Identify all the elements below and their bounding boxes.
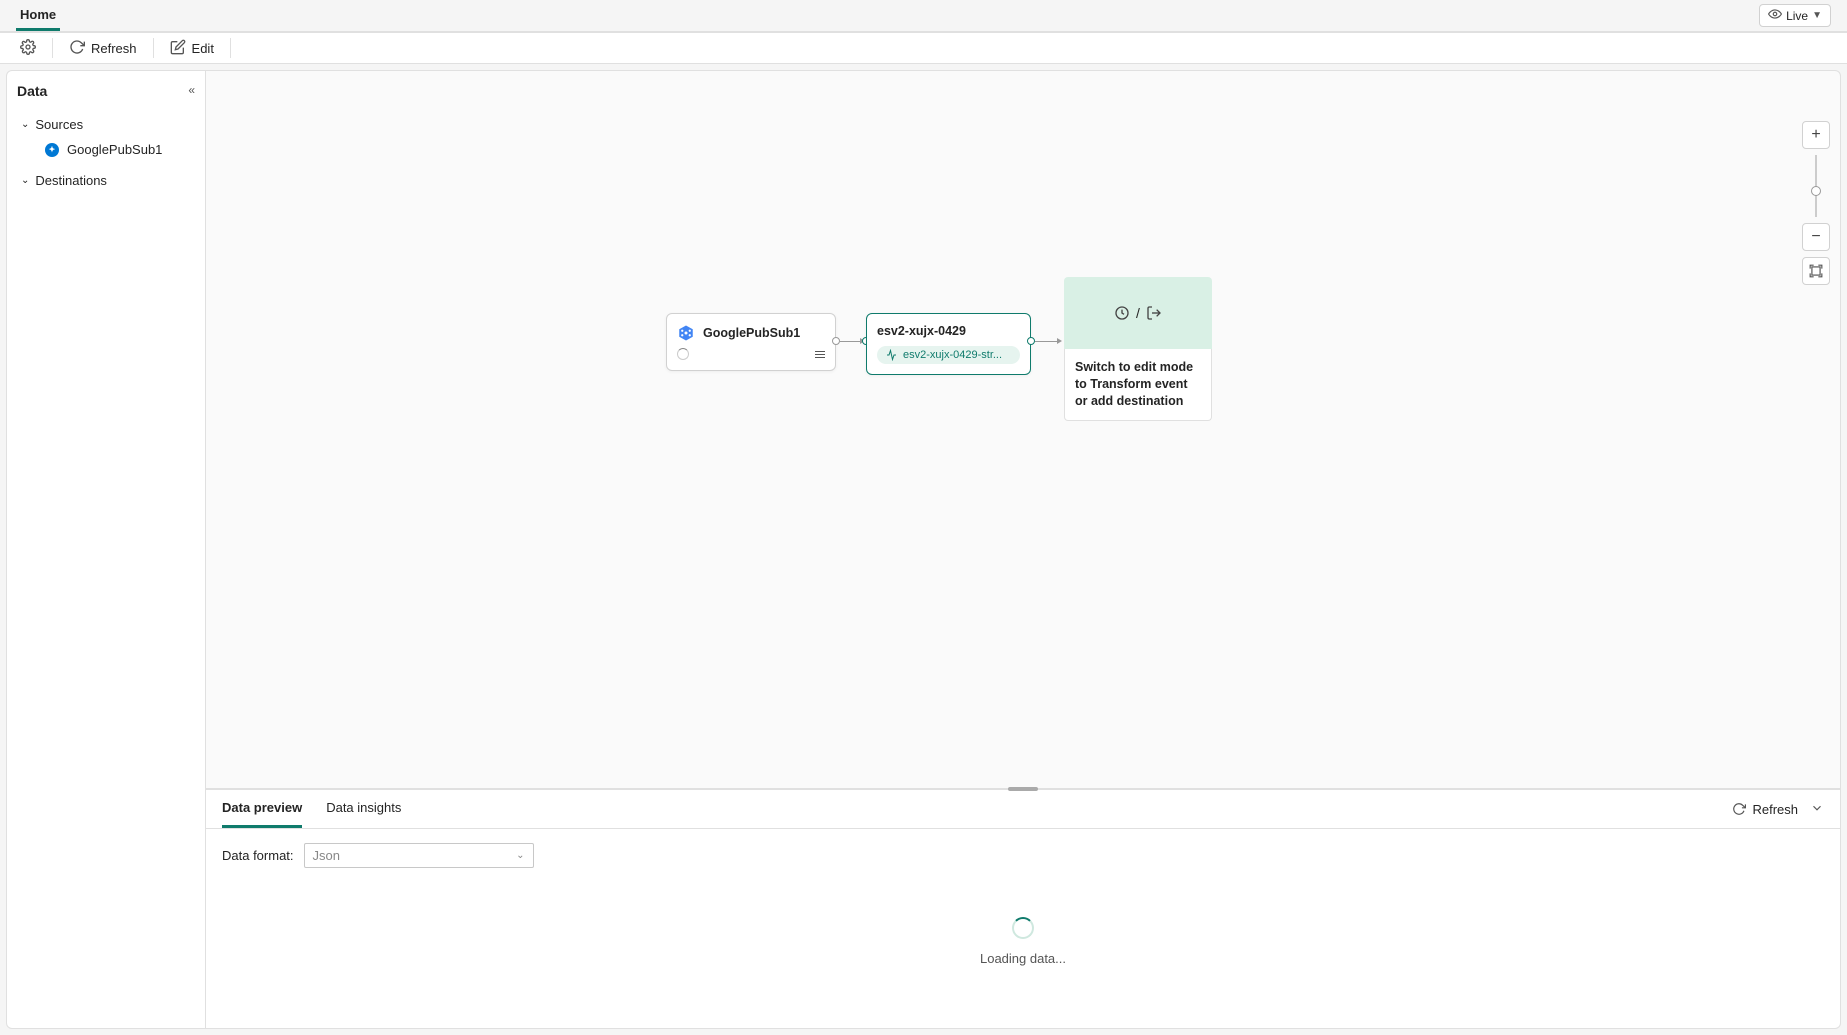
bottom-tabs: Data preview Data insights Refresh (206, 790, 1840, 829)
eye-icon (1768, 7, 1782, 24)
body: Data « ⌄ Sources ✦ GooglePubSub1 ⌄ Desti… (0, 64, 1847, 1035)
divider (153, 38, 154, 58)
output-icon (1146, 305, 1162, 321)
source-node-title: GooglePubSub1 (703, 326, 800, 340)
source-item-label: GooglePubSub1 (67, 142, 162, 157)
canvas[interactable]: GooglePubSub1 esv2-xujx-0429 (206, 71, 1840, 788)
main-area: GooglePubSub1 esv2-xujx-0429 (206, 70, 1841, 1029)
bottom-refresh-button[interactable]: Refresh (1732, 802, 1798, 817)
destinations-label: Destinations (35, 173, 107, 188)
divider (230, 38, 231, 58)
chevron-down-icon: ⌄ (21, 119, 29, 130)
slash-separator: / (1136, 305, 1140, 321)
edit-button[interactable]: Edit (162, 35, 222, 62)
transform-icon (1114, 305, 1130, 321)
live-label: Live (1786, 9, 1808, 23)
refresh-label: Refresh (91, 41, 137, 56)
loading-indicator: Loading data... (222, 868, 1824, 1014)
chevron-down-icon (1810, 801, 1824, 815)
stream-chip-label: esv2-xujx-0429-str... (903, 349, 1002, 361)
settings-button[interactable] (12, 35, 44, 62)
loading-spinner-icon (1012, 917, 1034, 939)
output-port[interactable] (832, 337, 840, 345)
resize-handle[interactable] (1008, 787, 1038, 791)
zoom-in-button[interactable]: + (1802, 121, 1830, 149)
data-format-label: Data format: (222, 848, 294, 863)
node-destination-placeholder[interactable]: / Switch to edit mode to Transform event… (1064, 277, 1212, 421)
divider (52, 38, 53, 58)
output-port[interactable] (1027, 337, 1035, 345)
tree-item-googlepubsub[interactable]: ✦ GooglePubSub1 (17, 136, 195, 163)
google-pubsub-icon (677, 324, 695, 342)
dest-hint-text: Switch to edit mode to Transform event o… (1064, 349, 1212, 421)
zoom-thumb[interactable] (1811, 186, 1821, 196)
toolbar: Refresh Edit (0, 32, 1847, 64)
zoom-fit-button[interactable] (1802, 257, 1830, 285)
tree-group-sources[interactable]: ⌄ Sources (17, 113, 195, 136)
refresh-icon (69, 39, 85, 58)
sidebar-title: Data (17, 83, 195, 99)
loading-spinner-icon (677, 348, 689, 360)
data-format-value: Json (313, 848, 340, 863)
tree-group-destinations[interactable]: ⌄ Destinations (17, 169, 195, 192)
tab-home[interactable]: Home (16, 1, 60, 31)
edit-label: Edit (192, 41, 214, 56)
tab-data-preview[interactable]: Data preview (222, 790, 302, 828)
data-format-select[interactable]: Json ⌄ (304, 843, 534, 868)
dest-top: / (1064, 277, 1212, 349)
refresh-icon (1732, 802, 1746, 816)
stream-icon (885, 349, 897, 361)
bottom-panel: Data preview Data insights Refresh Data … (206, 789, 1841, 1029)
connector (840, 341, 862, 342)
node-stream[interactable]: esv2-xujx-0429 esv2-xujx-0429-str... (866, 313, 1031, 375)
collapse-panel-button[interactable] (1810, 801, 1824, 818)
tab-data-insights[interactable]: Data insights (326, 790, 401, 828)
node-source[interactable]: GooglePubSub1 (666, 313, 836, 371)
sources-label: Sources (35, 117, 83, 132)
sidebar: Data « ⌄ Sources ✦ GooglePubSub1 ⌄ Desti… (6, 70, 206, 1029)
live-mode-dropdown[interactable]: Live ▼ (1759, 4, 1831, 27)
refresh-button[interactable]: Refresh (61, 35, 145, 62)
bottom-refresh-label: Refresh (1752, 802, 1798, 817)
connector (1035, 341, 1059, 342)
stream-node-title: esv2-xujx-0429 (877, 324, 1020, 338)
zoom-controls: + − (1802, 121, 1830, 285)
gear-icon (20, 39, 36, 58)
chevron-down-icon: ⌄ (21, 175, 29, 186)
stream-chip: esv2-xujx-0429-str... (877, 346, 1020, 364)
arrowhead-icon (1057, 338, 1062, 344)
fit-icon (1809, 264, 1823, 278)
collapse-sidebar-button[interactable]: « (188, 83, 195, 97)
chevron-down-icon: ⌄ (516, 850, 524, 861)
loading-text: Loading data... (980, 951, 1066, 966)
node-menu-button[interactable] (815, 351, 825, 358)
zoom-out-button[interactable]: − (1802, 223, 1830, 251)
tab-bar: Home Live ▼ (0, 0, 1847, 32)
pubsub-icon: ✦ (45, 143, 59, 157)
edit-icon (170, 39, 186, 58)
caret-down-icon: ▼ (1812, 10, 1822, 21)
bottom-body: Data format: Json ⌄ Loading data... (206, 829, 1840, 1028)
zoom-slider[interactable] (1815, 155, 1817, 217)
canvas-wrap: GooglePubSub1 esv2-xujx-0429 (206, 70, 1841, 789)
